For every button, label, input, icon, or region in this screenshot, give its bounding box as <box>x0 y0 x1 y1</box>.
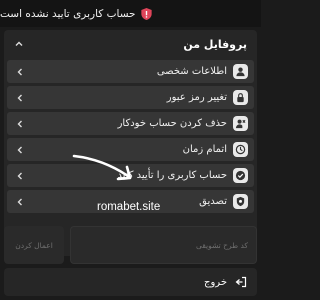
menu-item-personal-info[interactable]: اطلاعات شخصی <box>7 60 254 83</box>
logout-icon <box>235 276 247 288</box>
promo-code-section: اعمال کردن <box>4 226 257 264</box>
alert-text: حساب کاربری تایید نشده است <box>0 7 136 20</box>
chevron-left-icon <box>17 146 22 153</box>
clock-icon <box>233 142 248 157</box>
chevron-left-icon <box>17 172 22 179</box>
profile-panel: پروفایل من اطلاعات شخصی تغییر رمز عبور ح… <box>4 30 257 256</box>
apply-promo-button[interactable]: اعمال کردن <box>4 226 64 264</box>
user-remove-icon <box>233 116 248 131</box>
menu-item-label: تصدیق <box>199 196 227 207</box>
verify-badge-icon <box>233 194 248 209</box>
chevron-left-icon <box>17 68 22 75</box>
menu-item-label: اطلاعات شخصی <box>156 66 227 77</box>
check-circle-icon <box>233 168 248 183</box>
chevron-left-icon <box>17 120 22 127</box>
shield-alert-icon <box>140 7 152 20</box>
lock-icon <box>233 90 248 105</box>
menu-item-self-exclusion[interactable]: حذف کردن حساب خودکار <box>7 112 254 135</box>
unverified-alert: حساب کاربری تایید نشده است <box>0 0 261 27</box>
chevron-left-icon <box>17 94 22 101</box>
profile-title: پروفایل من <box>183 37 247 51</box>
user-card-icon <box>233 64 248 79</box>
menu-item-label: حذف کردن حساب خودکار <box>117 118 227 129</box>
menu-item-label: اتمام زمان <box>182 144 227 155</box>
chevron-up-icon <box>15 41 23 46</box>
logout-label: خروج <box>204 276 227 288</box>
watermark-text: romabet.site <box>97 201 161 213</box>
menu-item-label: تغییر رمز عبور <box>166 92 227 103</box>
profile-header[interactable]: پروفایل من <box>4 30 257 58</box>
promo-code-input[interactable] <box>70 226 257 264</box>
chevron-left-icon <box>17 198 22 205</box>
annotation-arrow <box>72 154 132 181</box>
logout-button[interactable]: خروج <box>4 268 257 296</box>
menu-item-change-password[interactable]: تغییر رمز عبور <box>7 86 254 109</box>
